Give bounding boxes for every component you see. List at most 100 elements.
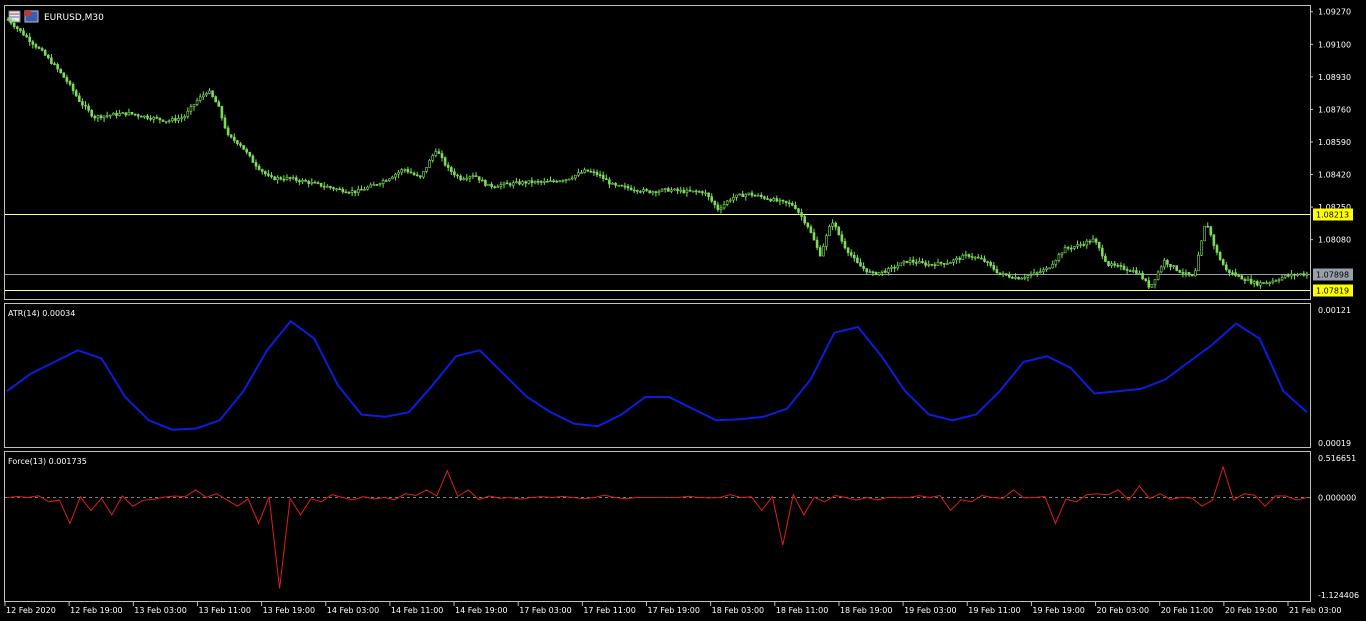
candle-body	[623, 185, 627, 188]
candle-body	[19, 28, 22, 32]
candle-body	[1305, 273, 1309, 276]
candle-body	[480, 179, 484, 182]
atr-tick-label: 0.00121	[1318, 306, 1351, 315]
candle-body	[632, 189, 636, 192]
candle-body	[629, 187, 633, 191]
force-tick-label: -1.124406	[1318, 591, 1359, 600]
candle-body	[1190, 274, 1194, 277]
candle-body	[338, 188, 342, 191]
candle-body	[682, 189, 686, 194]
candle-body	[1045, 267, 1048, 270]
candle-body	[1243, 278, 1247, 282]
candle-body	[1231, 272, 1234, 275]
candle-body	[663, 188, 667, 190]
candle-body	[511, 182, 515, 186]
candle-body	[704, 192, 707, 195]
candle-body	[1178, 270, 1182, 273]
candle-body	[902, 260, 906, 264]
candle-body	[725, 200, 729, 205]
candle-body	[1032, 272, 1036, 275]
atr-pane[interactable]	[4, 303, 1311, 448]
candle-body	[68, 81, 72, 85]
candle-body	[282, 178, 286, 181]
candle-body	[1212, 234, 1216, 246]
candle-body	[843, 240, 847, 249]
candle-body	[391, 176, 394, 180]
candle-body	[1091, 238, 1095, 243]
candle-body	[279, 177, 283, 180]
candle-body	[567, 178, 571, 181]
candle-body	[620, 184, 624, 187]
candle-body	[1048, 267, 1051, 270]
time-tick-label: 19 Feb 19:00	[1032, 606, 1084, 615]
candle-body	[942, 263, 946, 265]
candle-body	[12, 22, 16, 28]
candle-body	[1029, 274, 1033, 276]
candle-body	[657, 190, 661, 194]
time-tick-label: 20 Feb 19:00	[1225, 606, 1277, 615]
candle-body	[1259, 282, 1262, 286]
candle-body	[350, 190, 354, 193]
candle-body	[499, 184, 503, 187]
candle-body	[614, 182, 617, 186]
candle-body	[316, 182, 320, 184]
candle-body	[1088, 240, 1092, 243]
candle-body	[905, 260, 909, 263]
candle-body	[604, 178, 608, 181]
candle-body	[294, 177, 298, 181]
price-tick-label: 1.08590	[1318, 138, 1351, 147]
chart-canvas[interactable]: EURUSD,M30 1.09270 1.09100 1.08930 1.08760 1…	[0, 0, 1366, 621]
candle-body	[1184, 272, 1188, 274]
candle-body	[366, 186, 369, 190]
candle-body	[384, 180, 388, 182]
candle-body	[809, 226, 813, 233]
candle-body	[707, 192, 710, 198]
candle-body	[381, 180, 385, 185]
candle-body	[291, 177, 295, 180]
candle-body	[239, 143, 242, 146]
candle-body	[539, 181, 543, 183]
candle-body	[434, 151, 438, 156]
candle-body	[611, 182, 614, 185]
candle-body	[409, 171, 413, 174]
candle-body	[797, 208, 800, 213]
candle-body	[40, 48, 44, 51]
candle-body	[378, 183, 382, 186]
candle-body	[158, 117, 162, 121]
candle-body	[211, 90, 214, 97]
candle-body	[592, 171, 596, 174]
time-tick-label: 19 Feb 11:00	[968, 606, 1020, 615]
candle-body	[992, 265, 996, 270]
candle-body	[1249, 278, 1253, 284]
candle-body	[877, 272, 881, 275]
candle-body	[437, 151, 441, 154]
candle-body	[883, 270, 887, 273]
candle-body	[555, 180, 559, 183]
candle-body	[1181, 272, 1185, 274]
candle-body	[459, 175, 462, 180]
candle-body	[502, 182, 506, 185]
candle-body	[918, 261, 921, 264]
candle-body	[214, 96, 217, 103]
main-pane[interactable]	[4, 5, 1311, 300]
candle-body	[580, 172, 583, 174]
candle-body	[790, 203, 794, 206]
candle-body	[105, 115, 109, 117]
force-pane[interactable]	[4, 451, 1311, 602]
candle-body	[542, 181, 546, 183]
candle-body	[924, 262, 927, 266]
candle-body	[719, 207, 723, 210]
candle-body	[87, 105, 90, 111]
candle-body	[1017, 277, 1020, 280]
candle-body	[96, 115, 100, 119]
candle-body	[415, 174, 419, 177]
candle-body	[546, 181, 549, 183]
candle-body	[1147, 280, 1151, 288]
candle-body	[527, 180, 531, 184]
candle-body	[1215, 245, 1219, 253]
time-tick-label: 14 Feb 03:00	[327, 606, 379, 615]
candle-body	[601, 174, 605, 179]
candle-body	[267, 173, 270, 176]
candle-body	[983, 258, 986, 262]
candle-body	[260, 169, 264, 172]
